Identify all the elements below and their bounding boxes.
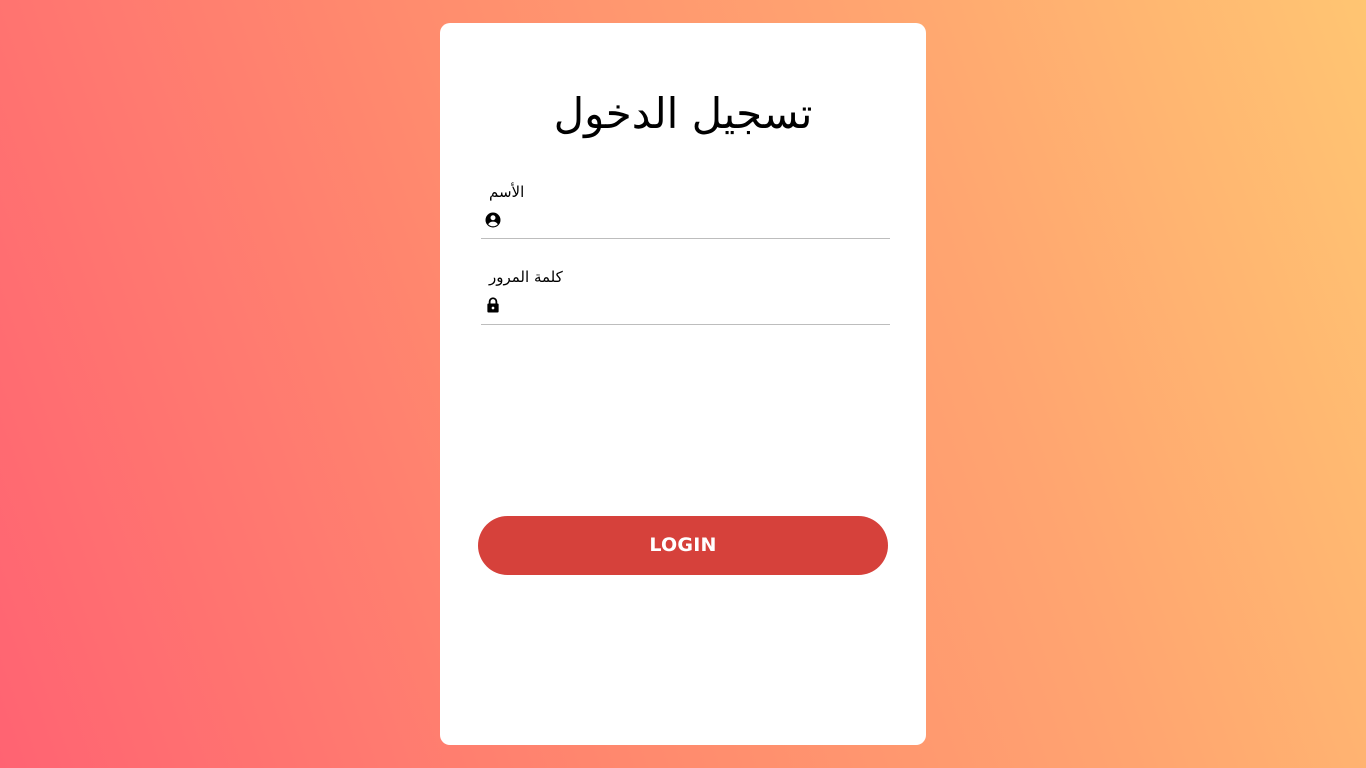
password-label: كلمة المرور [489,268,563,286]
page-title: تسجيل الدخول [553,89,813,138]
login-card: تسجيل الدخول الأسم كلمة المرور LOGIN [440,23,926,745]
username-underline [481,238,890,239]
lock-icon [484,296,502,314]
password-field: كلمة المرور [481,268,890,328]
password-underline [481,324,890,325]
username-label: الأسم [489,183,525,201]
username-field: الأسم [481,183,890,243]
password-input[interactable] [507,292,887,316]
account-circle-icon [484,211,502,229]
login-button[interactable]: LOGIN [478,516,888,575]
username-input[interactable] [507,207,887,231]
